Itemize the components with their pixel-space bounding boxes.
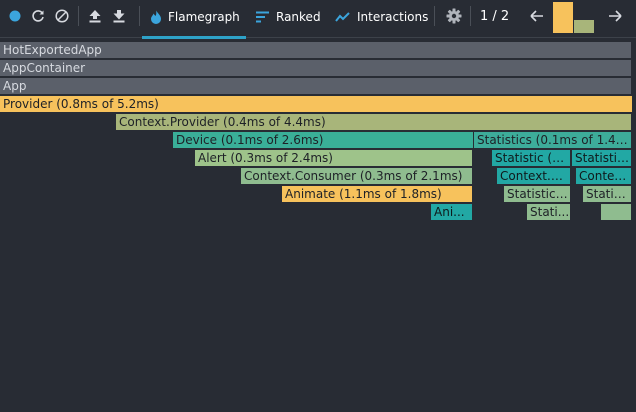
commit-bar-selected[interactable] [553,2,573,33]
flame-node-context-consumer-2[interactable]: Context.C... [497,168,571,185]
flame-node-statistic-3[interactable]: Statistic ... [504,186,571,203]
flame-node-statistic-1[interactable]: Statistic (<... [492,150,571,167]
record-button[interactable] [6,4,24,28]
active-tab-indicator [142,36,246,39]
flame-node-context-consumer-3[interactable]: Contex... [576,168,632,185]
toolbar-separator [139,6,140,26]
flame-node-statistics[interactable]: Statistics (0.1ms of 1.4ms) [474,132,632,149]
flame-node-context-provider[interactable]: Context.Provider (0.4ms of 4.4ms) [116,114,632,131]
upload-icon [89,10,101,23]
toolbar-separator [434,6,435,26]
commit-counter: 1 / 2 [480,8,510,24]
toolbar-separator [78,6,79,26]
flame-node-appcontainer[interactable]: AppContainer [0,60,632,77]
flame-node-hotexportedapp[interactable]: HotExportedApp [0,42,632,59]
load-profile-button[interactable] [86,4,104,28]
download-icon [113,10,125,23]
flame-node-device[interactable]: Device (0.1ms of 2.6ms) [173,132,474,149]
tab-flamegraph[interactable]: Flamegraph [150,0,240,35]
flame-node-animated[interactable]: Ani... [431,204,473,221]
profiler-toolbar: Flamegraph Ranked Interactions 1 / 2 [0,0,636,39]
arrow-right-icon [609,10,622,22]
reload-button[interactable] [29,4,47,28]
flame-node-statistic-5[interactable]: Stati... [527,204,571,221]
reload-icon [32,10,44,22]
next-commit-button[interactable] [605,4,625,28]
commit-bar[interactable] [574,20,594,33]
flame-icon [151,10,161,24]
interactions-chart-icon [335,11,350,22]
tab-ranked[interactable]: Ranked [256,0,321,35]
flame-node-context-consumer[interactable]: Context.Consumer (0.3ms of 2.1ms) [241,168,473,185]
record-circle-icon [9,10,21,22]
commit-snapshot-selector[interactable] [552,0,596,33]
tab-flamegraph-label: Flamegraph [168,9,240,24]
clear-icon [55,9,69,23]
arrow-left-icon [530,10,543,22]
flame-node-statistic-2[interactable]: Statistic... [572,150,632,167]
flame-node-statistic-4[interactable]: Statis... [583,186,632,203]
flamegraph-chart: HotExportedApp AppContainer App Provider… [0,40,636,412]
tab-interactions-label: Interactions [357,9,429,24]
ranked-bars-icon [256,11,269,22]
flame-node-app[interactable]: App [0,78,632,95]
flame-node-alert[interactable]: Alert (0.3ms of 2.4ms) [195,150,473,167]
previous-commit-button[interactable] [527,4,547,28]
flame-node-animate[interactable]: Animate (1.1ms of 1.8ms) [282,186,473,203]
toolbar-separator [470,6,471,26]
clear-button[interactable] [53,4,71,28]
tab-ranked-label: Ranked [276,9,321,24]
gear-icon [446,8,462,24]
tab-interactions[interactable]: Interactions [335,0,428,35]
save-profile-button[interactable] [110,4,128,28]
settings-button[interactable] [444,4,464,28]
flame-node-provider[interactable]: Provider (0.8ms of 5.2ms) [0,96,633,113]
flame-node-leaf[interactable] [601,204,632,221]
